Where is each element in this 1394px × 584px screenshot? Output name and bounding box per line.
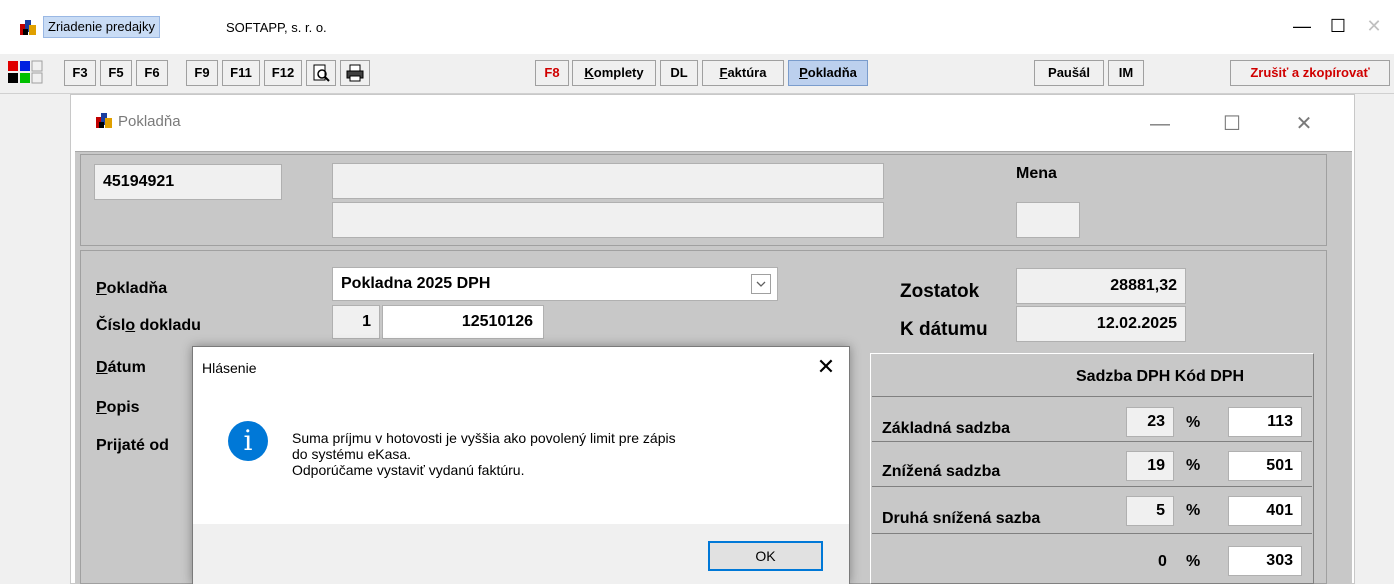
ok-button[interactable]: OK (708, 541, 823, 571)
pokladna-window-icon (96, 113, 112, 128)
vat-row: Druhá snížená sazba 5 % 401 (872, 488, 1312, 534)
pokladna-hotkey: P (799, 65, 808, 80)
faktura-label: aktúra (727, 65, 767, 80)
vat-percent: % (1186, 502, 1201, 519)
mena-label: Mena (1016, 165, 1057, 182)
vat-row-label: Základná sadzba (882, 420, 1011, 437)
pokladna-select[interactable]: Pokladna 2025 DPH (332, 267, 778, 301)
komplety-hotkey: K (584, 65, 594, 80)
datum-label-text: átum (107, 359, 146, 376)
pausal-button[interactable]: Paušál (1034, 60, 1104, 86)
pokladna-label: Pokladňa (96, 280, 167, 298)
f8-button[interactable]: F8 (535, 60, 569, 86)
dialog-message-line: do systému eKasa. (292, 446, 412, 462)
datum-label-hotkey: D (96, 359, 108, 376)
f11-button[interactable]: F11 (222, 60, 260, 86)
chevron-down-icon (756, 281, 766, 287)
dialog-close-button[interactable]: ✕ (808, 350, 844, 384)
cislo-label-rest: dokladu (135, 317, 201, 334)
pokladna-minimize-button[interactable]: — (1140, 104, 1180, 144)
komplety-button[interactable]: Komplety (572, 60, 656, 86)
vat-header: Sadzba DPH Kód DPH (1076, 368, 1245, 385)
vat-row: 0 % 303 (872, 535, 1312, 584)
popis-label-text: opis (106, 399, 140, 416)
vat-row: Znížená sadzba 19 % 501 (872, 443, 1312, 487)
cislo-dokladu-label: Číslo dokladu (96, 317, 201, 335)
zostatok-field: 28881,32 (1016, 268, 1186, 304)
komplety-label: omplety (593, 65, 644, 80)
pokladna-tab[interactable]: Pokladňa (788, 60, 868, 86)
pokladna-label-hotkey: P (96, 280, 107, 297)
vat-percent: % (1186, 457, 1201, 474)
vat-divider (872, 396, 1312, 397)
info-icon: i (228, 421, 268, 461)
vat-rows: Základná sadzba 23 % 113 Znížená sadzba … (872, 398, 1312, 584)
vat-percent: % (1186, 414, 1201, 431)
dialog-message-line: Odporúčame vystaviť vydanú faktúru. (292, 462, 525, 478)
vat-rate-field: 23 (1126, 407, 1174, 437)
pokladna-maximize-button[interactable]: ☐ (1212, 104, 1252, 144)
document-series-field[interactable]: 1 (332, 305, 380, 339)
prijate-od-label: Prijaté od (96, 437, 169, 454)
pokladna-close-button[interactable]: ✕ (1284, 104, 1324, 144)
im-button[interactable]: IM (1108, 60, 1144, 86)
cislo-label-pre: Čísl (96, 317, 126, 334)
zostatok-label: Zostatok (900, 281, 980, 302)
main-titlebar (0, 0, 1394, 54)
zrusit-a-zkopirovat-button[interactable]: Zrušiť a zkopírovať (1230, 60, 1390, 86)
pokladna-label-text: okladňa (106, 280, 168, 297)
popis-label: Popis (96, 399, 140, 417)
vat-code-field: 113 (1228, 407, 1302, 437)
f9-button[interactable]: F9 (186, 60, 218, 86)
vat-rate-field: 5 (1126, 496, 1174, 526)
document-number-field[interactable]: 12510126 (382, 305, 544, 339)
cislo-label-hotkey: o (125, 317, 136, 334)
customer-name-field-1[interactable] (332, 163, 884, 199)
print-preview-icon (313, 64, 330, 82)
pokladna-select-value: Pokladna 2025 DPH (341, 275, 491, 292)
print-button[interactable] (340, 60, 370, 86)
datum-label: Dátum (96, 359, 146, 377)
vat-code-field: 401 (1228, 496, 1302, 526)
ico-field[interactable]: 45194921 (94, 164, 282, 200)
f6-button[interactable]: F6 (136, 60, 168, 86)
vat-row-label: Znížená sadzba (882, 463, 1001, 480)
print-preview-button[interactable] (306, 60, 336, 86)
maximize-button[interactable]: ☐ (1318, 10, 1358, 42)
vat-code-field: 501 (1228, 451, 1302, 481)
dialog-title: Hlásenie (202, 360, 257, 376)
k-datumu-field: 12.02.2025 (1016, 306, 1186, 342)
popis-label-hotkey: P (96, 399, 107, 416)
vat-percent: % (1186, 553, 1201, 570)
app-title: Zriadenie predajky (43, 16, 160, 38)
f12-button[interactable]: F12 (264, 60, 302, 86)
vat-row: Základná sadzba 23 % 113 (872, 398, 1312, 442)
pokladna-tab-label: okladňa (807, 65, 857, 80)
vat-rate-value: 0 (1158, 553, 1167, 570)
color-grid-icon[interactable] (8, 60, 56, 86)
k-datumu-label: K dátumu (900, 319, 988, 340)
minimize-button[interactable]: — (1282, 10, 1322, 42)
app-logo-icon (20, 20, 36, 35)
customer-name-field-2[interactable] (332, 202, 884, 238)
dialog-message: Suma príjmu v hotovosti je vyššia ako po… (292, 430, 812, 478)
vat-row-label: Druhá snížená sazba (882, 510, 1041, 527)
vat-code-field: 303 (1228, 546, 1302, 576)
faktura-button[interactable]: Faktúra (702, 60, 784, 86)
dl-button[interactable]: DL (660, 60, 698, 86)
vat-rate-field: 19 (1126, 451, 1174, 481)
f3-button[interactable]: F3 (64, 60, 96, 86)
f5-button[interactable]: F5 (100, 60, 132, 86)
printer-icon (346, 64, 364, 82)
dialog-message-line: Suma príjmu v hotovosti je vyššia ako po… (292, 430, 676, 446)
close-button[interactable]: ✕ (1354, 10, 1394, 42)
dropdown-button[interactable] (751, 274, 771, 294)
mena-field[interactable] (1016, 202, 1080, 238)
app-company: SOFTAPP, s. r. o. (226, 20, 327, 35)
pokladna-window-title: Pokladňa (118, 113, 181, 130)
